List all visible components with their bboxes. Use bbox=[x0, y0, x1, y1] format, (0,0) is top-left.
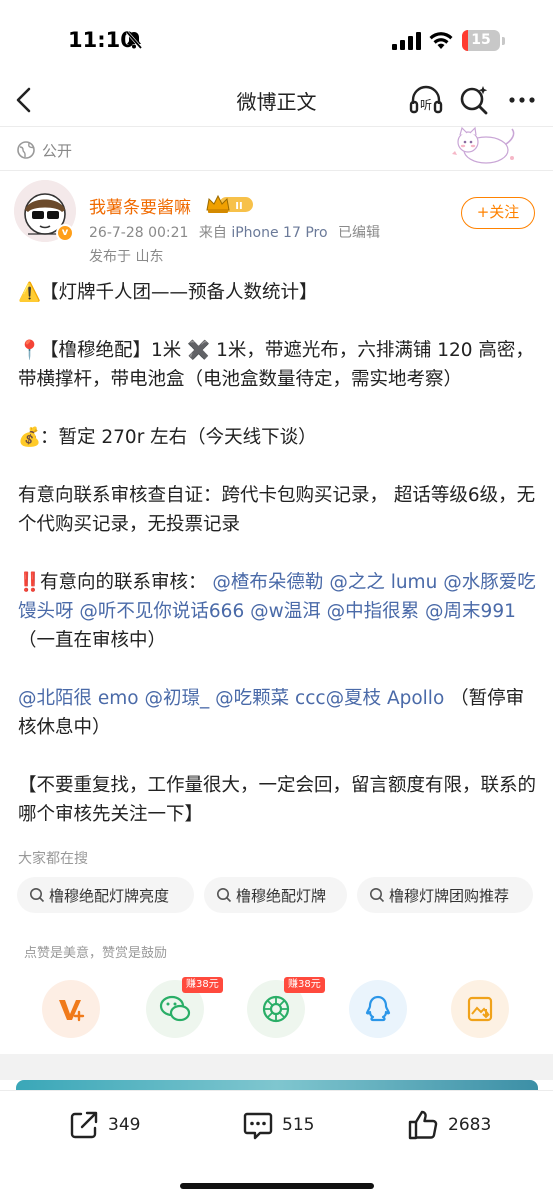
edited-label: 已编辑 bbox=[337, 225, 380, 241]
mention-link[interactable]: @w温洱 bbox=[250, 601, 321, 622]
author-name[interactable]: 我薯条要酱嘛 bbox=[89, 193, 191, 218]
mention-link[interactable]: @周末991 bbox=[425, 601, 516, 622]
comment-count: 515 bbox=[282, 1115, 315, 1135]
search-icon bbox=[30, 888, 45, 903]
battery-tip bbox=[502, 37, 505, 45]
search-chip-label: 橹穆绝配灯牌 bbox=[236, 886, 327, 905]
post-device[interactable]: iPhone 17 Pro bbox=[231, 225, 327, 241]
search-icon bbox=[370, 888, 385, 903]
qq-share-button[interactable] bbox=[349, 980, 407, 1038]
search-chip[interactable]: 橹穆绝配灯牌 bbox=[204, 877, 347, 913]
post-title-text: 【灯牌千人团——预备人数统计】 bbox=[40, 282, 318, 303]
listen-headphones-icon[interactable]: 听 bbox=[408, 82, 444, 118]
like-reward-hint: 点赞是美意，赞赏是鼓励 bbox=[24, 946, 168, 961]
save-image-button[interactable] bbox=[451, 980, 509, 1038]
visibility-row: 公开 bbox=[16, 138, 72, 162]
post-content: ⚠️【灯牌千人团——预备人数统计】 📍【橹穆绝配】1米 ✖️ 1米，带遮光布，六… bbox=[18, 278, 538, 858]
mention-link[interactable]: @听不见你说话666 bbox=[79, 601, 244, 622]
post-paragraph-title: ⚠️【灯牌千人团——预备人数统计】 bbox=[18, 278, 538, 307]
back-arrow-icon[interactable] bbox=[10, 82, 40, 118]
search-chip[interactable]: 橹穆绝配灯牌亮度 bbox=[17, 877, 194, 913]
reviewers-status: （一直在审核中） bbox=[18, 630, 167, 651]
post-meta: 26-7-28 00:21 来自 iPhone 17 Pro 已编辑 bbox=[89, 222, 380, 242]
post-paragraph-reviewers: ‼️有意向的联系审核： @楂布朵德勒 @之之 lumu @水豚爱吃馒头呀 @听不… bbox=[18, 568, 538, 655]
warning-emoji: ⚠️ bbox=[18, 282, 42, 303]
crown-badge-level: II bbox=[235, 201, 242, 212]
bell-muted-icon bbox=[125, 31, 143, 49]
visibility-label: 公开 bbox=[42, 141, 73, 160]
mention-link[interactable]: @中指很累 bbox=[327, 601, 420, 622]
search-chip[interactable]: 橹穆灯牌团购推荐 bbox=[357, 877, 533, 913]
mention-link[interactable]: @夏枝 Apollo bbox=[326, 688, 445, 709]
cat-sticker-decoration bbox=[452, 126, 515, 164]
battery-percent: 15 bbox=[471, 32, 491, 48]
status-bar: 11:10 15 bbox=[0, 0, 553, 76]
more-icon[interactable] bbox=[504, 82, 540, 118]
mention-link[interactable]: @北陌很 emo bbox=[18, 688, 139, 709]
like-button[interactable]: 2683 bbox=[406, 1105, 491, 1145]
post-paragraph-note: 【不要重复找，工作量很大，一定会回，留言额度有限，联系的哪个审核先关注一下】 bbox=[18, 775, 537, 825]
mention-link[interactable]: @之之 lumu bbox=[329, 572, 437, 593]
repost-icon bbox=[70, 1111, 98, 1139]
v-plus-button[interactable] bbox=[42, 980, 100, 1038]
post-source-prefix: 来自 bbox=[198, 225, 227, 241]
wifi-icon bbox=[429, 32, 453, 49]
like-count: 2683 bbox=[448, 1115, 492, 1135]
listen-label: 听 bbox=[420, 98, 432, 112]
trending-search-heading: 大家都在搜 bbox=[18, 851, 88, 867]
home-indicator bbox=[180, 1183, 374, 1189]
post-paragraph-paused: @北陌很 emo @初璟_ @吃颗菜 ccc@夏枝 Apollo （暂停审核休息… bbox=[18, 684, 538, 742]
reward-badge: 赚38元 bbox=[284, 977, 325, 993]
thumbs-up-icon bbox=[408, 1110, 438, 1140]
reviewers-lead: 有意向的联系审核： bbox=[40, 572, 207, 593]
globe-icon bbox=[17, 141, 35, 159]
pin-emoji: 📍 bbox=[18, 340, 42, 361]
v-plus-icon bbox=[59, 1000, 85, 1022]
follow-button[interactable]: +关注 bbox=[461, 197, 535, 229]
comment-icon bbox=[243, 1112, 273, 1140]
post-paragraph-price: 💰：暂定 270r 左右（今天线下谈） bbox=[18, 423, 538, 452]
ai-search-icon[interactable] bbox=[456, 82, 492, 118]
search-chip-label: 橹穆绝配灯牌亮度 bbox=[49, 886, 170, 905]
nav-bar: 微博正文 听 bbox=[0, 76, 553, 124]
search-icon bbox=[217, 888, 232, 903]
visibility-divider bbox=[0, 170, 553, 171]
post-price-text: ：暂定 270r 左右（今天线下谈） bbox=[40, 427, 317, 448]
qq-icon bbox=[365, 995, 391, 1022]
repost-button[interactable]: 349 bbox=[68, 1105, 140, 1145]
mention-link[interactable]: @初璟_ bbox=[145, 688, 210, 709]
section-separator bbox=[0, 1054, 553, 1080]
post-paragraph-verify: 有意向联系审核查自证：跨代卡包购买记录， 超话等级6级，无个代购买记录，无投票记… bbox=[18, 485, 536, 535]
save-image-icon bbox=[467, 996, 493, 1022]
mention-link[interactable]: @楂布朵德勒 bbox=[212, 572, 323, 593]
post-date: 26-7-28 00:21 bbox=[89, 225, 189, 241]
money-bag-emoji: 💰 bbox=[18, 427, 42, 448]
post-location: 发布于 山东 bbox=[89, 249, 164, 265]
moments-icon bbox=[262, 995, 290, 1023]
post-paragraph-spec: 📍【橹穆绝配】1米 ✖️ 1米，带遮光布，六排满铺 120 高密，带横撑杆，带电… bbox=[18, 336, 538, 394]
battery-icon: 15 bbox=[462, 30, 500, 51]
mention-link[interactable]: @吃颗菜 ccc bbox=[215, 688, 325, 709]
wechat-icon bbox=[159, 995, 191, 1022]
double-exclamation-emoji: ‼️ bbox=[18, 572, 42, 593]
repost-count: 349 bbox=[108, 1115, 141, 1135]
verified-badge-icon: v bbox=[56, 224, 74, 242]
reward-badge: 赚38元 bbox=[182, 977, 223, 993]
search-chip-label: 橹穆灯牌团购推荐 bbox=[389, 886, 510, 905]
post-spec-text: 【橹穆绝配】1米 ✖️ 1米，带遮光布，六排满铺 120 高密，带横撑杆，带电池… bbox=[18, 340, 534, 390]
comment-button[interactable]: 515 bbox=[242, 1105, 314, 1145]
cellular-signal-icon bbox=[392, 32, 421, 50]
crown-badge-icon: II bbox=[206, 194, 253, 213]
